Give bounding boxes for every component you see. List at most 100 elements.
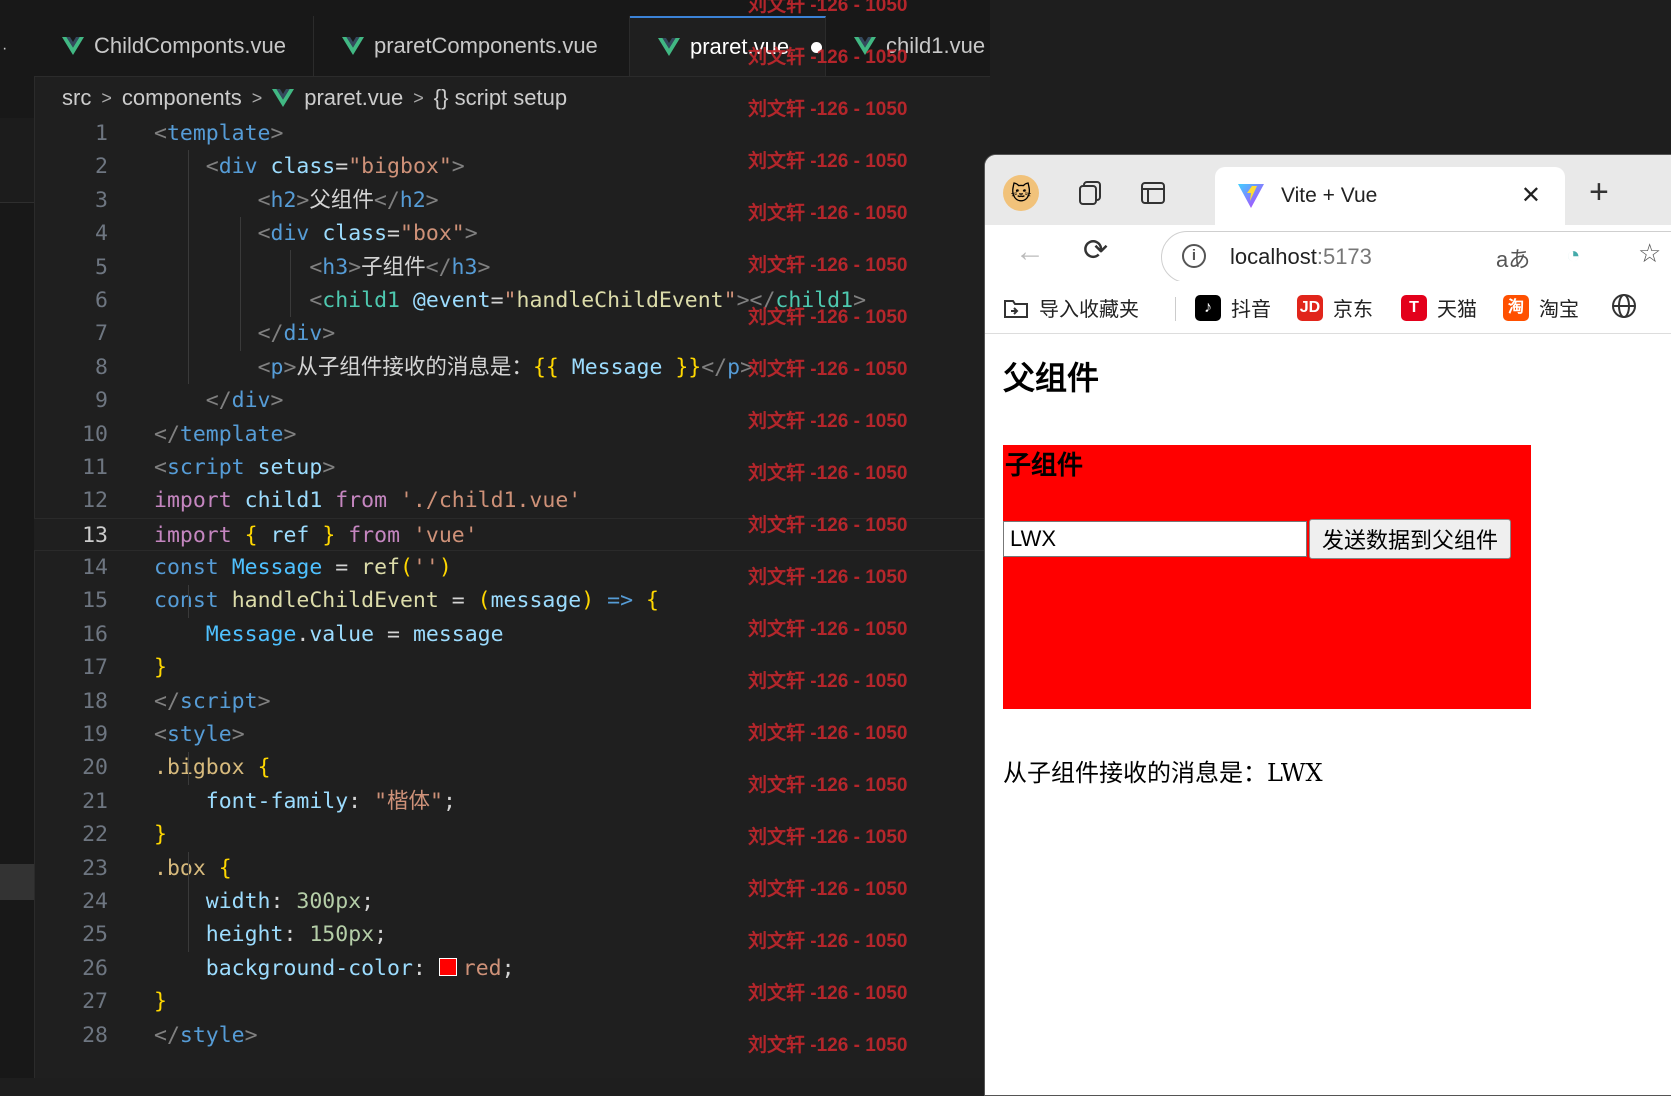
code-line-current[interactable]: 13 import { ref } from 'vue' — [34, 517, 990, 552]
activity-selected-item[interactable] — [0, 864, 34, 900]
breadcrumb-symbol[interactable]: {} script setup — [434, 85, 567, 111]
breadcrumb-components[interactable]: components — [122, 85, 242, 111]
code-line[interactable]: 4 <div class="box"> — [34, 217, 990, 250]
tab-title: Vite + Vue — [1281, 184, 1378, 207]
fav-import-favorites[interactable]: 导入收藏夹 — [1003, 293, 1139, 322]
received-message-text: 从子组件接收的消息是：LWX — [1003, 759, 1323, 787]
child-heading: 子组件 — [1005, 451, 1084, 481]
indent-guide — [188, 752, 189, 785]
send-to-parent-button[interactable]: 发送数据到父组件 — [1309, 519, 1512, 559]
fav-tmall[interactable]: T 天猫 — [1401, 293, 1477, 322]
profile-avatar[interactable]: 🐱 — [1003, 175, 1039, 211]
chevron-right-icon: > — [101, 87, 112, 108]
code-line[interactable]: 18 </script> — [34, 685, 990, 718]
tab-praretcomponents-vue[interactable]: praretComponents.vue — [314, 16, 630, 76]
code-line[interactable]: 2 <div class="bigbox"> — [34, 150, 990, 183]
vue-icon — [342, 37, 364, 55]
more-dots-icon[interactable]: · — [2, 40, 7, 58]
douyin-icon: ♪ — [1195, 294, 1221, 321]
fav-douyin[interactable]: ♪ 抖音 — [1195, 293, 1271, 322]
code-line[interactable]: 25 height: 150px; — [34, 918, 990, 951]
code-line[interactable]: 24 width: 300px; — [34, 885, 990, 918]
code-line[interactable]: 20 .bigbox { — [34, 751, 990, 784]
code-editor[interactable]: · ChildComponts.vue praretComponents.vue… — [0, 0, 990, 1078]
browser-window: 🐱 Vite + Vue ✕ + ← ⟳ i localhost:5173 aあ… — [984, 154, 1671, 1096]
code-line[interactable]: 6 <child1 @event="handleChildEvent"></ch… — [34, 284, 990, 317]
code-line[interactable]: 15 const handleChildEvent = (message) => … — [34, 584, 990, 617]
tab-label: praret.vue — [690, 34, 790, 59]
browser-tab-strip: 🐱 Vite + Vue ✕ + — [985, 155, 1671, 225]
code-line[interactable]: 9 </div> — [34, 384, 990, 417]
browser-toolbar: ← ⟳ i localhost:5173 aあ ◔ ☆ — [985, 225, 1671, 283]
tmall-icon: T — [1401, 294, 1427, 321]
indent-guide — [188, 150, 189, 384]
activity-bar: · — [0, 0, 35, 1078]
tab-praret-vue[interactable]: praret.vue — [630, 16, 826, 76]
code-line[interactable]: 12 import child1 from './child1.vue' — [34, 484, 990, 517]
close-tab-icon[interactable]: ✕ — [1521, 181, 1541, 210]
read-aloud-icon[interactable]: aあ — [1496, 242, 1530, 274]
code-line[interactable]: 26 background-color: red; — [34, 952, 990, 985]
breadcrumb-file[interactable]: praret.vue — [304, 85, 403, 111]
fav-globe[interactable] — [1611, 293, 1637, 319]
indent-guide — [188, 585, 189, 618]
code-line[interactable]: 1 <template> — [34, 117, 990, 150]
fav-jd[interactable]: JD 京东 — [1297, 293, 1373, 322]
unsaved-dot-icon[interactable] — [811, 41, 823, 53]
code-line[interactable]: 10 </template> — [34, 418, 990, 451]
browser-tab-vite-vue[interactable]: Vite + Vue ✕ — [1215, 167, 1565, 225]
vertical-tabs-icon[interactable] — [1135, 175, 1171, 211]
tab-label: child1.vue — [886, 33, 986, 58]
reload-icon[interactable]: ⟳ — [1083, 233, 1108, 268]
indent-guide — [290, 250, 291, 317]
child-box: 子组件 发送数据到父组件 — [1003, 445, 1531, 709]
tab-child1-vue[interactable]: child1.vue — [826, 16, 990, 76]
code-line[interactable]: 21 font-family: "楷体"; — [34, 785, 990, 818]
code-line[interactable]: 22} — [34, 818, 990, 851]
child-message-input[interactable] — [1003, 521, 1307, 557]
indent-guide — [188, 852, 189, 952]
globe-icon — [1612, 294, 1636, 318]
tab-childcomponts-vue[interactable]: ChildComponts.vue — [34, 16, 314, 76]
code-line[interactable]: 8 <p>从子组件接收的消息是：{{ Message }}</p> — [34, 351, 990, 384]
import-favorites-icon — [1004, 299, 1028, 318]
code-line[interactable]: 23 .box { — [34, 852, 990, 885]
code-line[interactable]: 28 </style> — [34, 1019, 990, 1052]
indent-guide — [240, 217, 241, 351]
chevron-right-icon: > — [413, 87, 424, 108]
favorites-bar: 导入收藏夹 ♪ 抖音 JD 京东 T 天猫 淘 淘宝 — [985, 281, 1671, 334]
tab-label: praretComponents.vue — [374, 33, 598, 58]
breadcrumb-src[interactable]: src — [62, 85, 91, 111]
breadcrumb: src > components > praret.vue > {} scrip… — [62, 78, 567, 118]
vue-icon — [658, 38, 680, 56]
url-text: localhost:5173 — [1230, 244, 1372, 269]
code-line[interactable]: 27} — [34, 985, 990, 1018]
favorite-star-icon[interactable]: ☆ — [1638, 238, 1661, 269]
jd-icon: JD — [1297, 294, 1323, 321]
fav-taobao[interactable]: 淘 淘宝 — [1503, 293, 1579, 322]
taobao-icon: 淘 — [1503, 294, 1529, 321]
code-line[interactable]: 7 </div> — [34, 317, 990, 350]
code-area[interactable]: 1 <template> 2 <div class="bigbox"> 3 <h2… — [34, 117, 990, 1052]
parent-heading: 父组件 — [1003, 359, 1100, 397]
activity-panel-block — [0, 118, 34, 203]
chevron-right-icon: > — [251, 87, 263, 108]
code-line[interactable]: 16 Message.value = message — [34, 618, 990, 651]
code-line[interactable]: 11 <script setup> — [34, 451, 990, 484]
code-line[interactable]: 14 const Message = ref('') — [34, 551, 990, 584]
web-page: 父组件 子组件 发送数据到父组件 从子组件接收的消息是：LWX — [993, 335, 1671, 1095]
tab-label: ChildComponts.vue — [94, 33, 286, 58]
vue-icon — [62, 37, 84, 55]
address-bar[interactable]: i localhost:5173 aあ ◔ ☆ — [1161, 231, 1671, 283]
color-swatch-icon[interactable] — [438, 957, 457, 976]
code-line[interactable]: 3 <h2>父组件</h2> — [34, 184, 990, 217]
edge-refresh-icon[interactable]: ◔ — [1566, 242, 1581, 270]
code-line[interactable]: 5 <h3>子组件</h3> — [34, 251, 990, 284]
vite-logo-icon — [1238, 184, 1264, 208]
collections-icon[interactable] — [1073, 175, 1109, 211]
back-arrow-icon[interactable]: ← — [1015, 235, 1045, 269]
site-info-icon[interactable]: i — [1182, 244, 1206, 268]
code-line[interactable]: 17} — [34, 651, 990, 684]
new-tab-button[interactable]: + — [1589, 173, 1609, 212]
code-line[interactable]: 19 <style> — [34, 718, 990, 751]
